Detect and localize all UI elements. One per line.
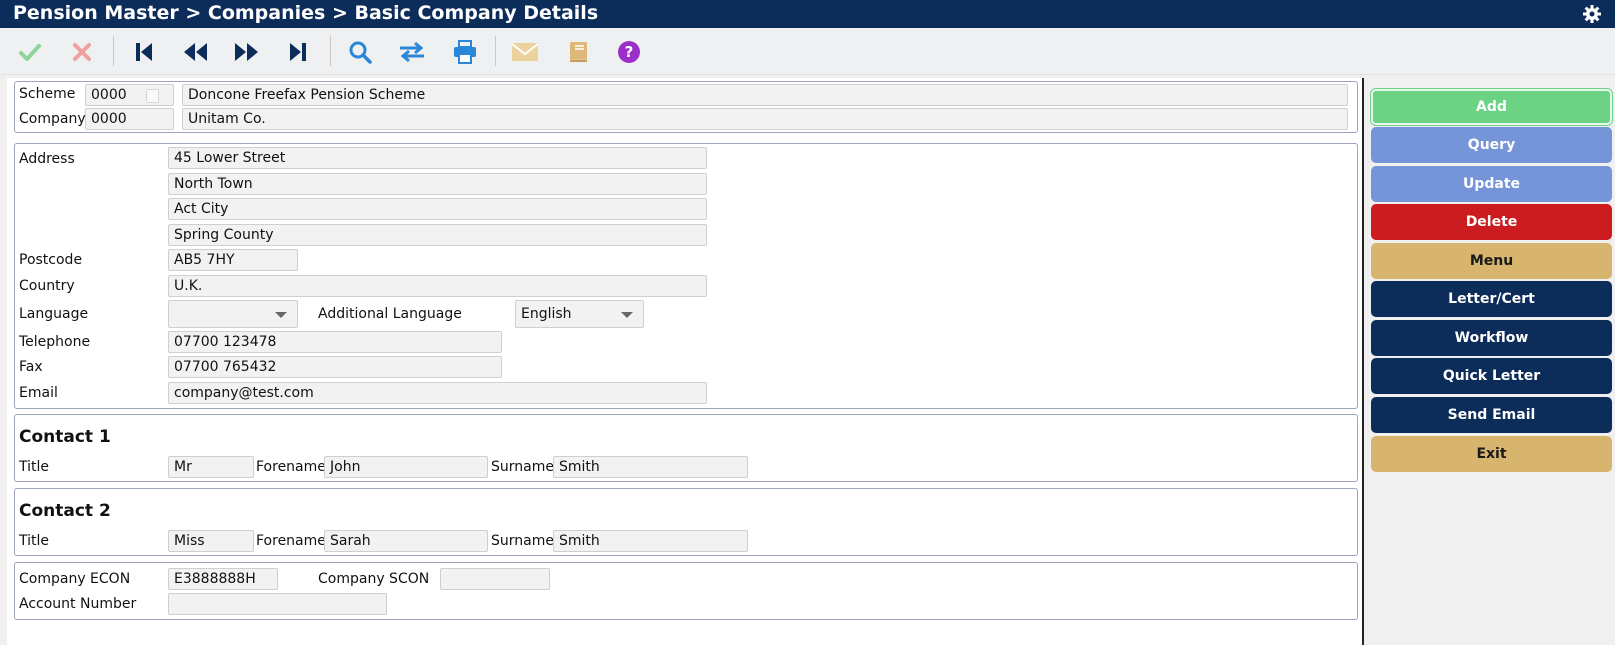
add-button[interactable]: Add bbox=[1370, 88, 1613, 126]
menu-button[interactable]: Menu bbox=[1371, 243, 1612, 279]
telephone-field[interactable]: 07700 123478 bbox=[168, 331, 502, 353]
account-number-field[interactable] bbox=[168, 593, 387, 615]
contact1-surname-label: Surname bbox=[491, 459, 554, 475]
country-label: Country bbox=[19, 278, 75, 294]
gear-icon[interactable] bbox=[1582, 4, 1602, 24]
contact2-surname-label: Surname bbox=[491, 533, 554, 549]
language-label: Language bbox=[19, 306, 89, 322]
contact1-forename-field[interactable]: John bbox=[324, 456, 488, 478]
scheme-name-field[interactable]: Doncone Freefax Pension Scheme bbox=[182, 84, 1348, 106]
scheme-code-field[interactable]: 0000 bbox=[85, 84, 174, 106]
send-email-button[interactable]: Send Email bbox=[1371, 397, 1612, 433]
panel-divider bbox=[1362, 78, 1364, 645]
fax-label: Fax bbox=[19, 359, 43, 375]
first-record-icon[interactable] bbox=[130, 38, 158, 66]
previous-record-icon[interactable] bbox=[181, 38, 209, 66]
fax-field[interactable]: 07700 765432 bbox=[168, 356, 502, 378]
contact1-forename-label: Forename bbox=[256, 459, 326, 475]
quick-letter-button[interactable]: Quick Letter bbox=[1371, 358, 1612, 394]
postcode-field[interactable]: AB5 7HY bbox=[168, 249, 298, 271]
address-label: Address bbox=[19, 151, 75, 167]
contact2-title-label: Title bbox=[19, 533, 50, 549]
scon-label: Company SCON bbox=[318, 571, 430, 587]
scheme-label: Scheme bbox=[19, 86, 76, 102]
contact1-title-label: Title bbox=[19, 459, 50, 475]
country-field[interactable]: U.K. bbox=[168, 275, 707, 297]
contact2-heading: Contact 2 bbox=[19, 501, 111, 521]
contact1-surname-field[interactable]: Smith bbox=[553, 456, 748, 478]
email-field[interactable]: company@test.com bbox=[168, 382, 707, 404]
scheme-code-value: 0000 bbox=[91, 87, 127, 103]
chevron-down-icon bbox=[621, 312, 633, 318]
company-name-field[interactable]: Unitam Co. bbox=[182, 108, 1348, 130]
contact2-surname-field[interactable]: Smith bbox=[553, 530, 748, 552]
swap-icon[interactable] bbox=[398, 38, 426, 66]
address-line1-field[interactable]: 45 Lower Street bbox=[168, 147, 707, 169]
language-select[interactable] bbox=[168, 300, 298, 328]
contact2-forename-label: Forename bbox=[256, 533, 326, 549]
address-line2-field[interactable]: North Town bbox=[168, 173, 707, 195]
chevron-down-icon bbox=[275, 312, 287, 318]
company-numbers-panel: Company ECON E3888888H Company SCON Acco… bbox=[14, 562, 1358, 620]
query-button[interactable]: Query bbox=[1371, 127, 1612, 163]
econ-label: Company ECON bbox=[19, 571, 131, 587]
scheme-lookup-icon[interactable] bbox=[146, 89, 159, 103]
additional-language-select[interactable]: English bbox=[515, 300, 644, 328]
contact1-panel: Contact 1 Title Mr Forename John Surname… bbox=[14, 414, 1358, 482]
letter-cert-button[interactable]: Letter/Cert bbox=[1371, 281, 1612, 317]
search-icon[interactable] bbox=[346, 38, 374, 66]
next-record-icon[interactable] bbox=[233, 38, 261, 66]
book-icon[interactable] bbox=[564, 38, 592, 66]
update-button[interactable]: Update bbox=[1371, 166, 1612, 202]
svg-text:?: ? bbox=[625, 43, 634, 61]
company-label: Company bbox=[19, 111, 86, 127]
workflow-button[interactable]: Workflow bbox=[1371, 320, 1612, 356]
title-bar: Pension Master > Companies > Basic Compa… bbox=[0, 0, 1615, 28]
postcode-label: Postcode bbox=[19, 252, 83, 268]
window-title: Pension Master > Companies > Basic Compa… bbox=[13, 2, 599, 24]
contact2-forename-field[interactable]: Sarah bbox=[324, 530, 488, 552]
telephone-label: Telephone bbox=[19, 334, 91, 350]
last-record-icon[interactable] bbox=[284, 38, 312, 66]
address-line3-field[interactable]: Act City bbox=[168, 198, 707, 220]
print-icon[interactable] bbox=[451, 38, 479, 66]
exit-button[interactable]: Exit bbox=[1371, 436, 1612, 472]
check-icon[interactable] bbox=[16, 38, 44, 66]
additional-language-value: English bbox=[521, 306, 572, 322]
additional-language-label: Additional Language bbox=[318, 306, 462, 322]
contact2-title-field[interactable]: Miss bbox=[168, 530, 254, 552]
contact2-panel: Contact 2 Title Miss Forename Sarah Surn… bbox=[14, 488, 1358, 556]
address-panel: Address 45 Lower Street North Town Act C… bbox=[14, 143, 1358, 409]
help-icon[interactable]: ? bbox=[615, 38, 643, 66]
contact1-heading: Contact 1 bbox=[19, 427, 111, 447]
econ-field[interactable]: E3888888H bbox=[168, 568, 278, 590]
scheme-company-panel: Scheme 0000 Doncone Freefax Pension Sche… bbox=[14, 81, 1358, 133]
delete-button[interactable]: Delete bbox=[1371, 204, 1612, 240]
scon-field[interactable] bbox=[440, 568, 550, 590]
contact1-title-field[interactable]: Mr bbox=[168, 456, 254, 478]
email-label: Email bbox=[19, 385, 58, 401]
company-code-field[interactable]: 0000 bbox=[85, 108, 174, 130]
email-icon[interactable] bbox=[511, 38, 539, 66]
address-line4-field[interactable]: Spring County bbox=[168, 224, 707, 246]
account-number-label: Account Number bbox=[19, 596, 137, 612]
toolbar: ? bbox=[0, 28, 1615, 75]
cross-icon[interactable] bbox=[68, 38, 96, 66]
